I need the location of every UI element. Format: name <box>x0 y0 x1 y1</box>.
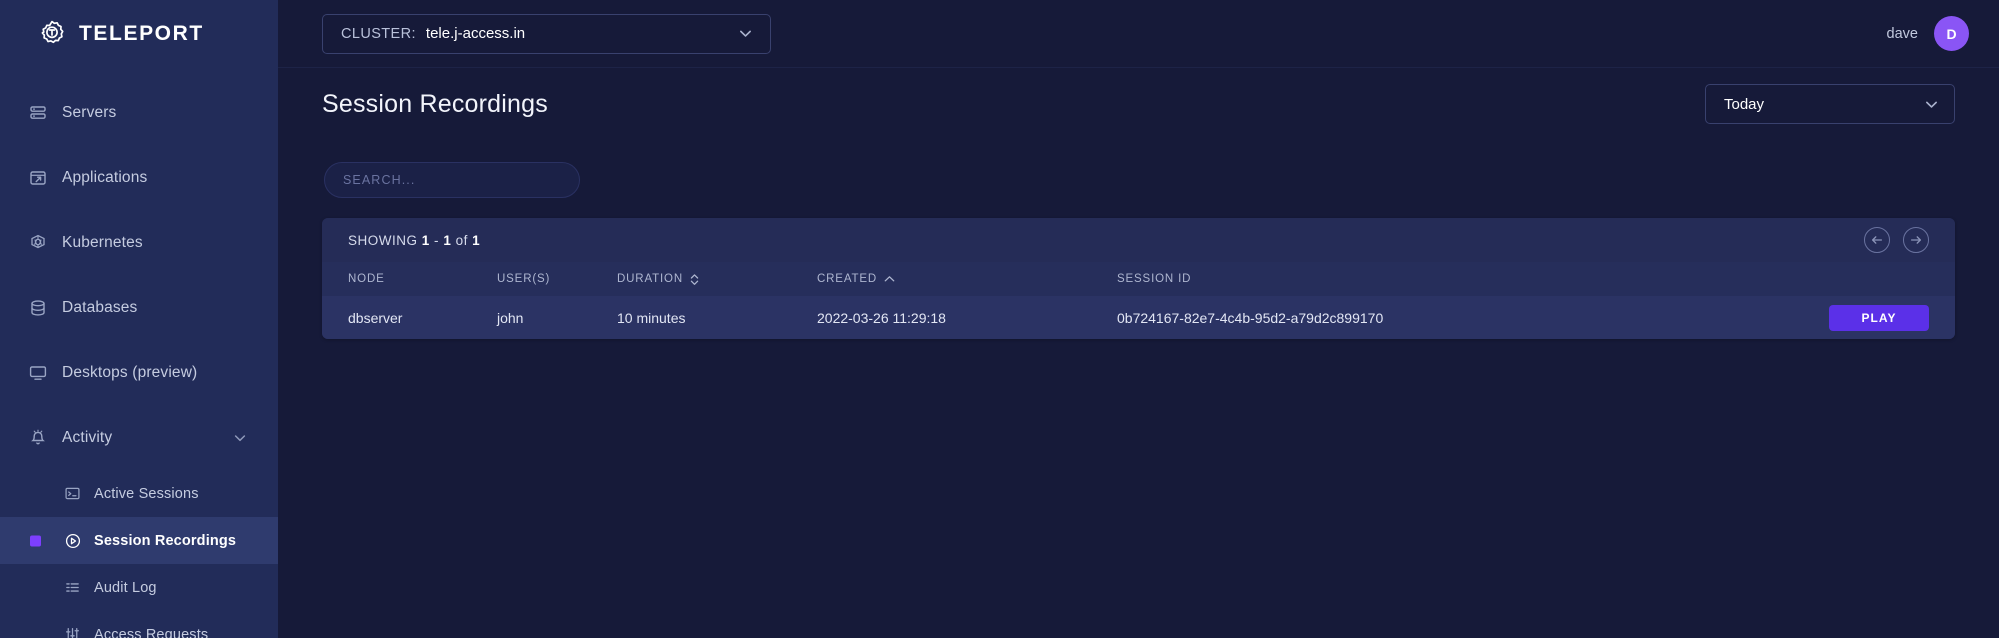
terminal-icon <box>64 485 94 502</box>
play-circle-icon <box>64 532 94 550</box>
date-range-value: Today <box>1724 95 1765 113</box>
table-row[interactable]: dbserver john 10 minutes 2022-03-26 11:2… <box>322 296 1955 339</box>
sidebar-item-label: Activity <box>62 428 113 446</box>
arrow-left-circle-icon[interactable] <box>1864 227 1890 253</box>
topbar: CLUSTER: tele.j-access.in dave D <box>278 0 1999 68</box>
list-icon <box>64 579 94 596</box>
arrow-right-circle-icon[interactable] <box>1903 227 1929 253</box>
column-header-session-id[interactable]: SESSION ID <box>1117 262 1805 296</box>
chevron-down-icon[interactable] <box>232 430 248 446</box>
chevron-down-icon <box>737 25 754 42</box>
showing-count: SHOWING 1 - 1 of 1 <box>348 233 480 248</box>
active-indicator <box>30 535 41 546</box>
table-header: NODE USER(S) DURATION CREATED SESSION ID <box>322 262 1955 296</box>
column-header-created[interactable]: CREATED <box>817 262 1117 296</box>
table-header-row: NODE USER(S) DURATION CREATED SESSION ID <box>322 262 1955 296</box>
main-area: CLUSTER: tele.j-access.in dave D Session… <box>278 0 1999 638</box>
sidebar-item-applications[interactable]: Applications <box>0 145 278 210</box>
recordings-card: SHOWING 1 - 1 of 1 NODE USER(S) DURATION… <box>322 218 1955 339</box>
cluster-value: tele.j-access.in <box>425 25 526 42</box>
cell-session-id: 0b724167-82e7-4c4b-95d2-a79d2c899170 <box>1117 309 1384 326</box>
recordings-table: NODE USER(S) DURATION CREATED SESSION ID… <box>322 262 1955 339</box>
cell-users: john <box>497 309 524 326</box>
app-root: TELEPORT Servers Applications Kubernetes… <box>0 0 1999 638</box>
column-label: USER(S) <box>497 273 551 285</box>
bell-icon <box>28 428 62 448</box>
kubernetes-icon <box>28 233 62 253</box>
column-header-duration[interactable]: DURATION <box>617 262 817 296</box>
column-header-users[interactable]: USER(S) <box>497 262 617 296</box>
pagination <box>1864 227 1929 253</box>
page-header: Session Recordings Today <box>322 68 1955 140</box>
avatar[interactable]: D <box>1934 16 1969 51</box>
brand-name: TELEPORT <box>79 22 204 45</box>
sidebar-item-label: Session Recordings <box>94 532 237 549</box>
showing-of: of <box>455 232 468 248</box>
sort-asc-icon[interactable] <box>884 275 895 283</box>
sort-toggle-icon[interactable] <box>690 273 699 286</box>
column-label: CREATED <box>817 273 878 285</box>
chevron-down-icon <box>1923 96 1940 113</box>
showing-total: 1 <box>472 232 481 248</box>
sidebar-item-label: Servers <box>62 103 117 121</box>
sidebar-item-label: Active Sessions <box>94 485 199 502</box>
sidebar-item-servers[interactable]: Servers <box>0 80 278 145</box>
desktop-icon <box>28 363 62 383</box>
cell-duration: 10 minutes <box>617 309 686 326</box>
page-title: Session Recordings <box>322 89 548 118</box>
server-icon <box>28 103 62 123</box>
cell-created: 2022-03-26 11:29:18 <box>817 309 946 326</box>
content-area: Session Recordings Today SEARCH... SHOWI… <box>278 68 1999 638</box>
date-range-selector[interactable]: Today <box>1705 84 1955 124</box>
sidebar-item-activity[interactable]: Activity <box>0 405 278 470</box>
cell-node: dbserver <box>348 309 403 326</box>
cluster-selector[interactable]: CLUSTER: tele.j-access.in <box>322 13 771 54</box>
showing-from: 1 <box>421 232 430 248</box>
column-header-node[interactable]: NODE <box>322 262 497 296</box>
column-label: DURATION <box>617 273 684 285</box>
showing-dash: - <box>434 232 440 248</box>
sidebar-item-active-sessions[interactable]: Active Sessions <box>0 470 278 517</box>
sidebar-item-label: Applications <box>62 168 148 186</box>
table-body: dbserver john 10 minutes 2022-03-26 11:2… <box>322 296 1955 339</box>
play-button[interactable]: PLAY <box>1829 304 1929 331</box>
sidebar-item-kubernetes[interactable]: Kubernetes <box>0 210 278 275</box>
cell-actions: PLAY <box>1805 296 1955 339</box>
sidebar-nav: Servers Applications Kubernetes Database… <box>0 68 278 638</box>
search-input[interactable] <box>324 162 580 198</box>
column-header-actions <box>1805 262 1955 296</box>
sidebar-item-label: Databases <box>62 298 138 316</box>
column-label: SESSION ID <box>1117 273 1192 285</box>
showing-to: 1 <box>443 232 452 248</box>
column-label: NODE <box>348 273 385 285</box>
sidebar-item-label: Audit Log <box>94 579 157 596</box>
sidebar-item-label: Desktops (preview) <box>62 363 198 381</box>
user-name: dave <box>1886 25 1918 42</box>
teleport-gear-logo-icon <box>38 20 66 48</box>
sidebar-item-label: Access Requests <box>94 626 209 638</box>
sidebar-item-desktops[interactable]: Desktops (preview) <box>0 340 278 405</box>
sidebar: TELEPORT Servers Applications Kubernetes… <box>0 0 278 638</box>
search-container <box>322 140 1955 218</box>
sidebar-item-session-recordings[interactable]: Session Recordings <box>0 517 278 564</box>
sidebar-item-label: Kubernetes <box>62 233 143 251</box>
brand[interactable]: TELEPORT <box>0 0 278 68</box>
sliders-icon <box>64 626 94 638</box>
results-bar: SHOWING 1 - 1 of 1 <box>322 218 1955 262</box>
sidebar-item-databases[interactable]: Databases <box>0 275 278 340</box>
cluster-label: CLUSTER: <box>341 25 416 42</box>
sidebar-item-audit-log[interactable]: Audit Log <box>0 564 278 611</box>
database-icon <box>28 298 62 318</box>
showing-prefix: SHOWING <box>348 232 418 248</box>
application-icon <box>28 168 62 188</box>
sidebar-item-access-requests[interactable]: Access Requests <box>0 611 278 638</box>
